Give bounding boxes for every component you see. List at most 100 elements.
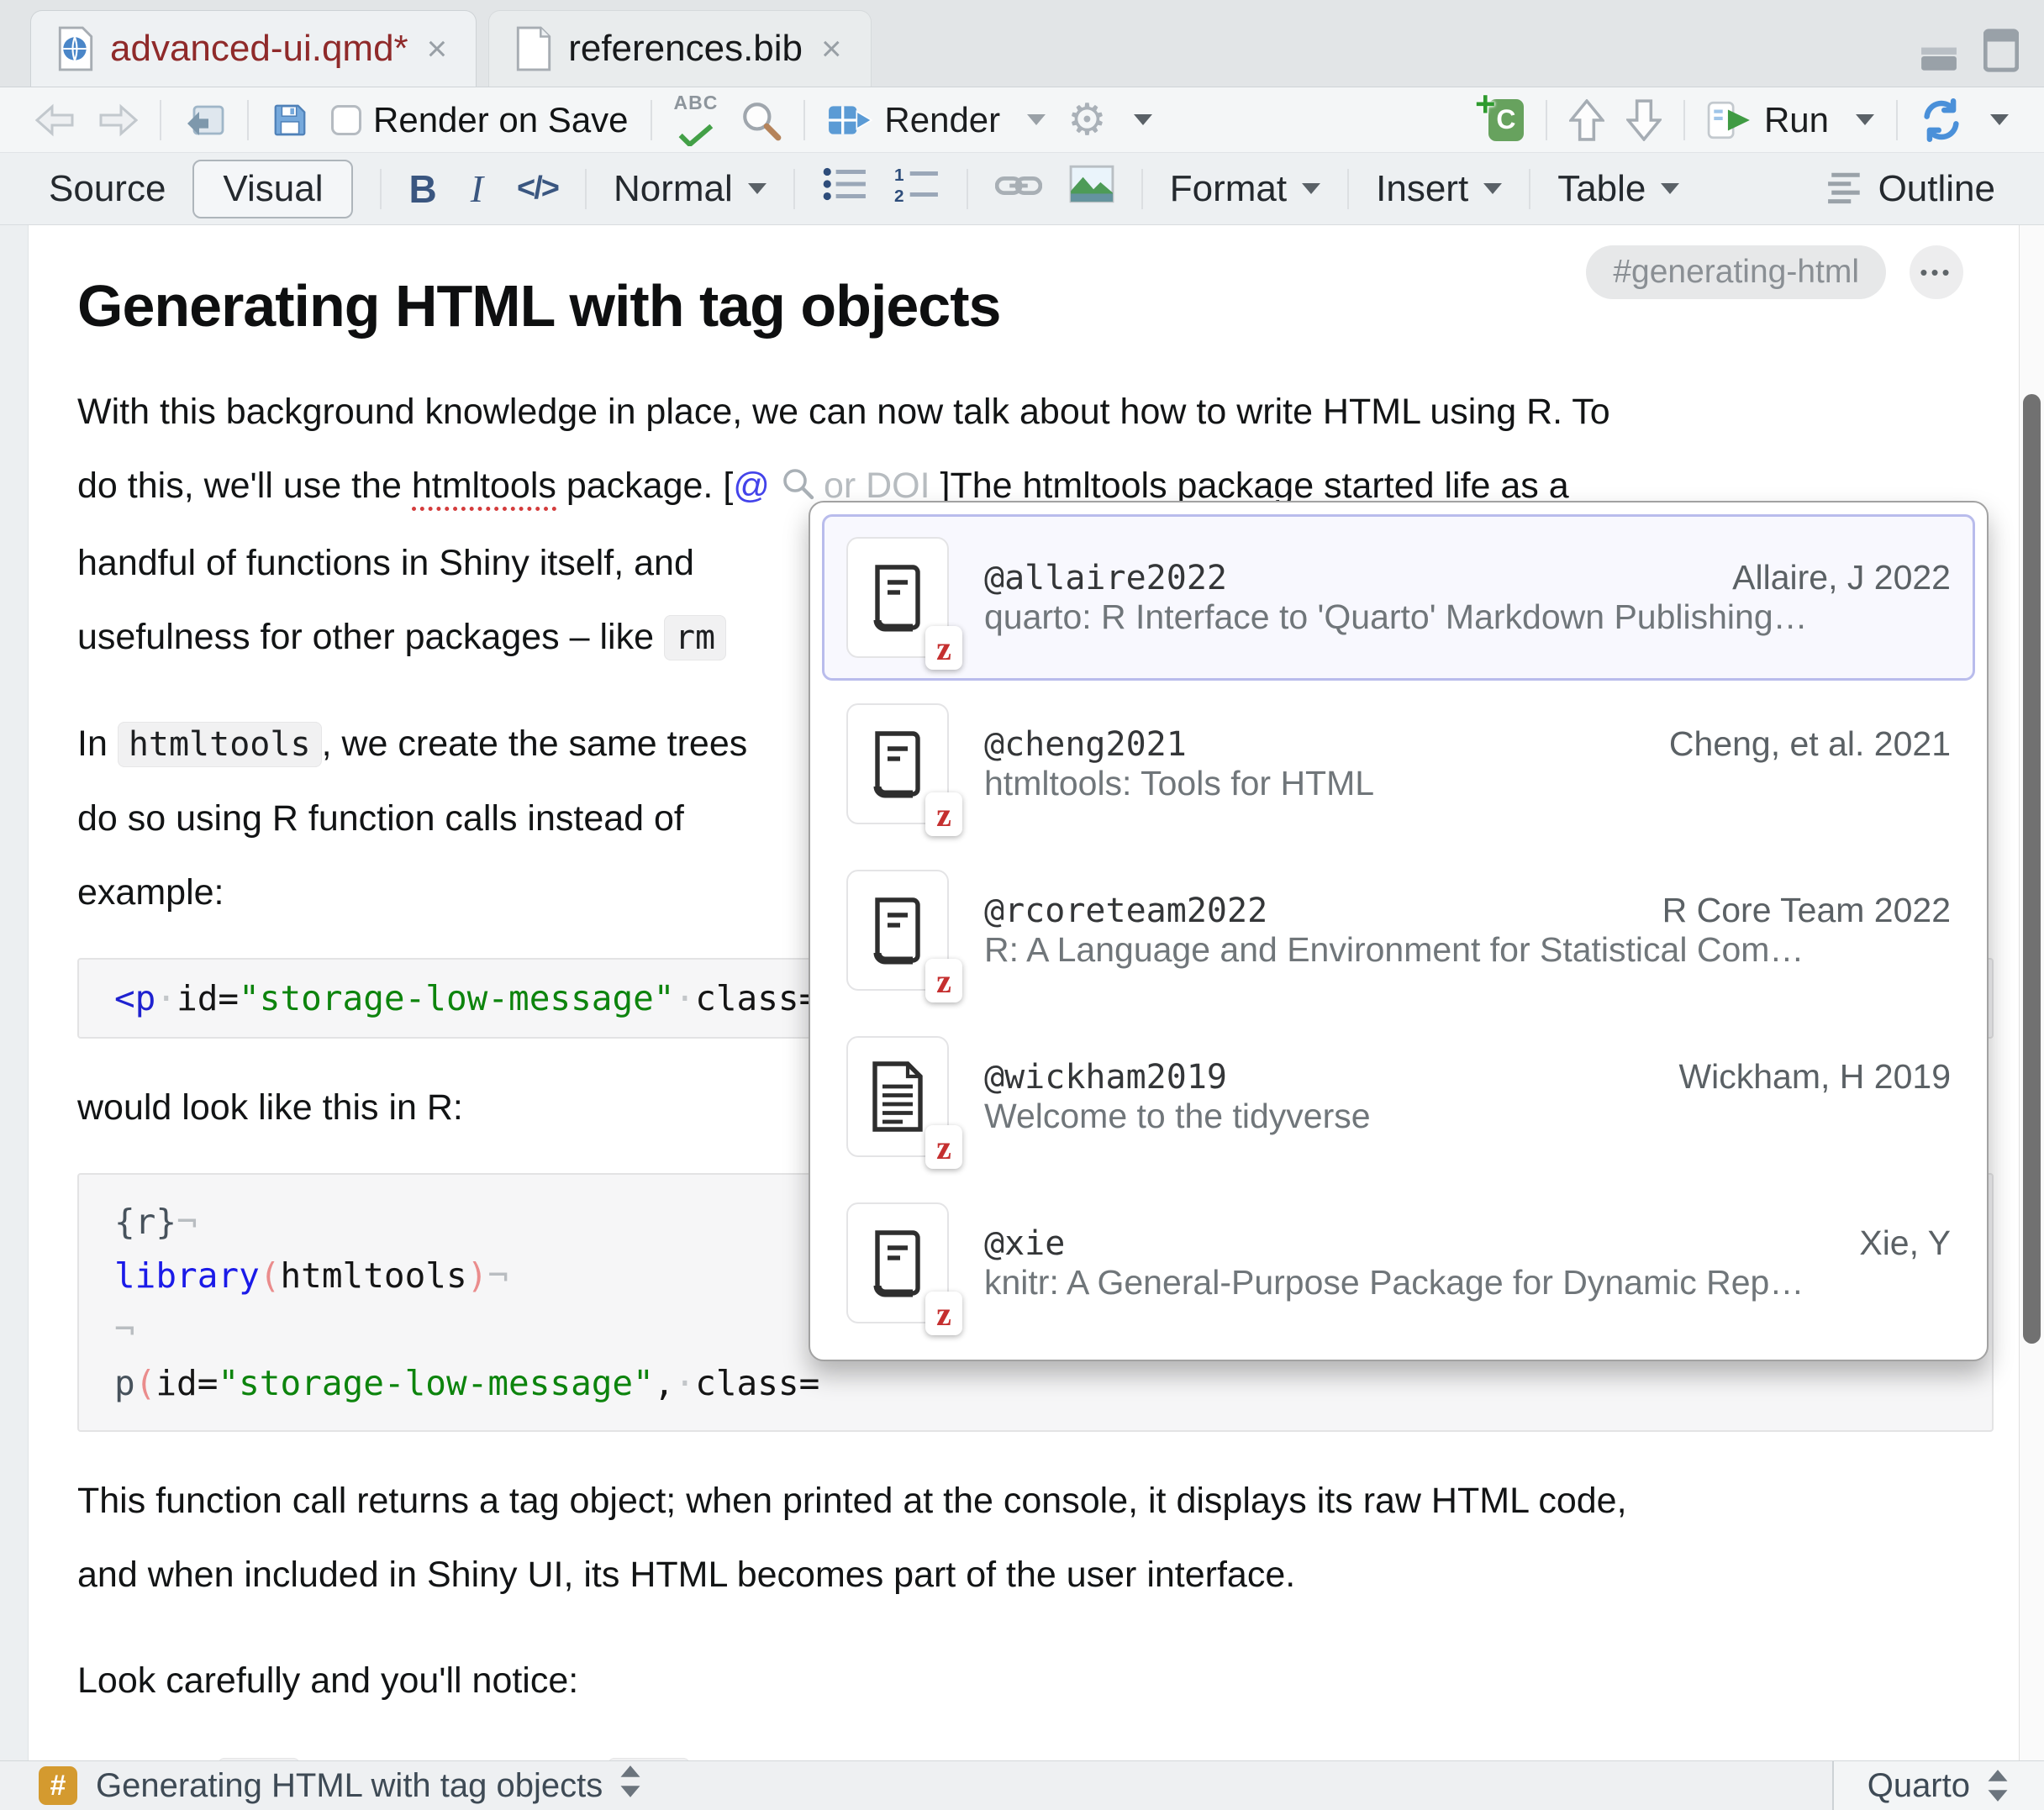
spellcheck-button[interactable]: ABC bbox=[674, 93, 719, 146]
source-mode-button[interactable]: Source bbox=[49, 168, 166, 210]
reference-type-icon: z bbox=[846, 1036, 949, 1157]
open-in-new-window-button[interactable] bbox=[183, 102, 225, 139]
divider bbox=[160, 100, 161, 140]
svg-text:1: 1 bbox=[894, 166, 904, 185]
inline-code: p() bbox=[608, 1758, 690, 1760]
checkbox-box[interactable] bbox=[331, 105, 361, 135]
settings-dropdown-caret[interactable] bbox=[1134, 114, 1152, 125]
bullet-marker: • bbox=[103, 1743, 115, 1760]
section-anchor-badge[interactable]: #generating-html bbox=[1586, 245, 1886, 299]
tab-close-icon[interactable]: × bbox=[424, 29, 451, 69]
citation-key: @cheng2021 bbox=[984, 725, 1187, 764]
citation-at-cursor[interactable]: @ bbox=[733, 466, 770, 506]
citation-key: @xie bbox=[984, 1224, 1065, 1263]
citation-key: @wickham2019 bbox=[984, 1058, 1227, 1097]
run-dropdown-caret[interactable] bbox=[1856, 114, 1874, 125]
divider bbox=[1529, 169, 1530, 209]
tab-close-icon[interactable]: × bbox=[818, 29, 846, 69]
citation-suggestion-row[interactable]: z @xie Xie, Y knitr: A General-Purpose P… bbox=[822, 1180, 1975, 1346]
file-icon bbox=[514, 26, 553, 71]
inline-code: <p> bbox=[218, 1758, 300, 1760]
minimize-pane-icon[interactable] bbox=[1920, 40, 1958, 72]
zotero-badge: z bbox=[925, 1125, 962, 1169]
section-sorter-icon[interactable] bbox=[618, 1762, 643, 1809]
tab-filename: advanced-ui.qmd* bbox=[110, 28, 408, 70]
render-on-save-checkbox[interactable]: Render on Save bbox=[331, 100, 629, 140]
editor-tab-bar: advanced-ui.qmd* × references.bib × bbox=[0, 0, 2044, 87]
run-button[interactable]: Run bbox=[1707, 100, 1829, 140]
render-settings-gear-icon[interactable]: ⚙ bbox=[1067, 98, 1107, 142]
render-button[interactable]: Render bbox=[827, 100, 1000, 140]
rerun-dropdown-caret[interactable] bbox=[1990, 114, 2009, 125]
citation-author: R Core Team 2022 bbox=[1662, 891, 1951, 930]
search-icon bbox=[782, 469, 815, 509]
citation-key: @rcoreteam2022 bbox=[984, 892, 1267, 930]
divider bbox=[1546, 100, 1547, 140]
list-item: • The <p> tag has become a p() function … bbox=[77, 1743, 1994, 1760]
tab-references-bib[interactable]: references.bib × bbox=[488, 10, 871, 87]
run-label: Run bbox=[1764, 100, 1829, 140]
code-button[interactable]: </> bbox=[517, 171, 558, 207]
format-menu[interactable]: Format bbox=[1170, 168, 1320, 210]
bulleted-list-button[interactable] bbox=[822, 165, 867, 213]
paragraph: Look carefully and you'll notice: bbox=[77, 1644, 1994, 1718]
visual-editor-canvas[interactable]: #generating-html ••• Generating HTML wit… bbox=[0, 225, 2044, 1760]
citation-suggestion-row[interactable]: z @rcoreteam2022 R Core Team 2022 R: A L… bbox=[822, 847, 1975, 1013]
paragraph-style-select[interactable]: Normal bbox=[614, 168, 766, 210]
divider bbox=[803, 100, 805, 140]
zotero-badge: z bbox=[925, 1292, 962, 1335]
reference-type-icon: z bbox=[846, 703, 949, 824]
render-label: Render bbox=[884, 100, 1000, 140]
visual-mode-button[interactable]: Visual bbox=[192, 160, 353, 218]
citation-suggestion-row[interactable]: z @cheng2021 Cheng, et al. 2021 htmltool… bbox=[822, 681, 1975, 847]
go-previous-section-button[interactable] bbox=[1569, 99, 1604, 141]
editor-left-gutter bbox=[0, 225, 29, 1760]
misspelled-word: htmltools bbox=[412, 466, 556, 511]
citation-title: htmltools: Tools for HTML bbox=[984, 764, 1374, 802]
render-on-save-label: Render on Save bbox=[373, 100, 629, 140]
citation-placeholder: or DOI bbox=[824, 466, 930, 506]
inline-code: rm bbox=[664, 615, 726, 660]
find-replace-button[interactable] bbox=[740, 99, 782, 141]
forward-button[interactable] bbox=[97, 103, 138, 137]
outline-toggle[interactable]: Outline bbox=[1826, 168, 1995, 210]
table-menu[interactable]: Table bbox=[1557, 168, 1679, 210]
citation-suggestion-row[interactable]: z @allaire2022 Allaire, J 2022 quarto: R… bbox=[822, 514, 1975, 681]
citation-title: quarto: R Interface to 'Quarto' Markdown… bbox=[984, 597, 1808, 636]
divider bbox=[247, 100, 249, 140]
chevron-down-icon bbox=[1302, 183, 1320, 194]
divider bbox=[793, 169, 795, 209]
zotero-badge: z bbox=[925, 959, 962, 1002]
tab-advanced-ui-qmd[interactable]: advanced-ui.qmd* × bbox=[30, 10, 477, 87]
current-section-selector[interactable]: Generating HTML with tag objects bbox=[96, 1767, 603, 1805]
citation-title: knitr: A General-Purpose Package for Dyn… bbox=[984, 1263, 1804, 1302]
mode-sorter-icon bbox=[1985, 1766, 2010, 1805]
citation-title: R: A Language and Environment for Statis… bbox=[984, 930, 1804, 969]
visual-editor-toolbar: Source Visual B I </> Normal 12 Format I… bbox=[0, 153, 2044, 225]
go-next-section-button[interactable] bbox=[1626, 99, 1662, 141]
insert-link-button[interactable] bbox=[995, 168, 1042, 210]
insert-image-button[interactable] bbox=[1069, 165, 1114, 213]
quarto-document-icon bbox=[56, 26, 95, 71]
rerun-button[interactable] bbox=[1920, 98, 1963, 142]
numbered-list-button[interactable]: 12 bbox=[894, 165, 940, 213]
insert-menu[interactable]: Insert bbox=[1376, 168, 1502, 210]
zotero-badge: z bbox=[925, 792, 962, 836]
save-button[interactable] bbox=[271, 101, 309, 139]
editor-status-bar: # Generating HTML with tag objects Quart… bbox=[0, 1760, 2044, 1810]
section-more-button[interactable]: ••• bbox=[1910, 245, 1963, 299]
render-dropdown-caret[interactable] bbox=[1027, 114, 1046, 125]
citation-suggestion-row[interactable]: z @wickham2019 Wickham, H 2019 Welcome t… bbox=[822, 1013, 1975, 1180]
citation-list: z @allaire2022 Allaire, J 2022 quarto: R… bbox=[822, 514, 1975, 1346]
italic-button[interactable]: I bbox=[464, 166, 490, 211]
chevron-down-icon bbox=[1483, 183, 1502, 194]
svg-text:2: 2 bbox=[894, 187, 904, 203]
vertical-scrollbar[interactable] bbox=[2019, 225, 2044, 1760]
scrollbar-thumb[interactable] bbox=[2023, 394, 2041, 1344]
back-button[interactable] bbox=[35, 103, 76, 137]
maximize-pane-icon[interactable] bbox=[1983, 29, 2019, 72]
document-mode-selector[interactable]: Quarto bbox=[1832, 1761, 2044, 1810]
bold-button[interactable]: B bbox=[408, 166, 436, 212]
heading-hash-icon: # bbox=[39, 1766, 77, 1805]
insert-chunk-button[interactable]: C+ bbox=[1488, 99, 1524, 141]
